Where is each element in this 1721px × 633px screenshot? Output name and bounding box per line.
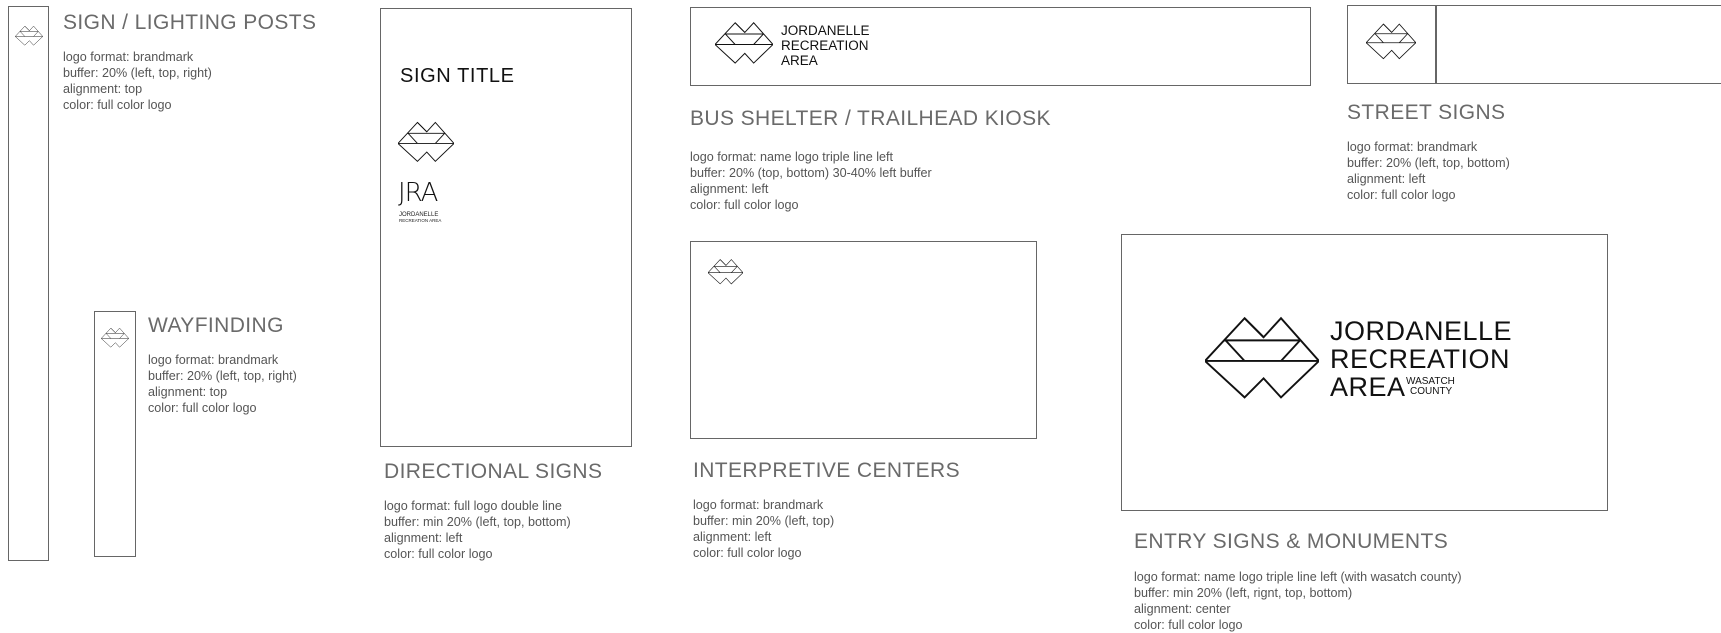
directional-signs-specs: logo format: full logo double line buffe…	[384, 498, 571, 562]
logo-line: AREA	[781, 53, 818, 68]
spec-line: logo format: brandmark	[148, 353, 279, 367]
logo-line: JORDANELLE	[781, 23, 870, 38]
spec-line: alignment: top	[148, 385, 228, 399]
sign-lighting-posts-title: SIGN / LIGHTING POSTS	[63, 11, 317, 34]
wayfinding-title: WAYFINDING	[148, 314, 284, 337]
spec-line: buffer: min 20% (left, rignt, top, botto…	[1134, 586, 1353, 600]
spec-line: color: full color logo	[690, 198, 799, 212]
spec-line: color: full color logo	[384, 547, 493, 561]
wayfinding-specs: logo format: brandmark buffer: 20% (left…	[148, 352, 297, 416]
spec-line: color: full color logo	[693, 546, 802, 560]
directional-logo-small-text: JORDANELLE RECREATION AREA	[399, 212, 441, 224]
spec-line: color: full color logo	[1134, 618, 1243, 632]
spec-line: color: full color logo	[148, 401, 257, 415]
spec-line: alignment: left	[384, 531, 463, 545]
spec-line: color: full color logo	[1347, 188, 1456, 202]
lighting-post-outline	[8, 6, 49, 561]
lighting-post-brandmark-icon	[15, 25, 43, 46]
directional-brandmark-icon	[398, 121, 454, 162]
logo-line: RECREATION	[781, 38, 869, 53]
bus-shelter-brandmark-icon	[715, 22, 773, 64]
wayfinding-brandmark-icon	[101, 327, 129, 348]
spec-line: alignment: center	[1134, 602, 1231, 616]
spec-line: alignment: left	[690, 182, 769, 196]
interpretive-brandmark-icon	[708, 259, 743, 285]
spec-line: color: full color logo	[63, 98, 172, 112]
directional-sign-title: SIGN TITLE	[400, 65, 515, 87]
spec-line: logo format: brandmark	[693, 498, 824, 512]
entry-logo-line: JORDANELLE	[1330, 316, 1513, 346]
entry-brandmark-icon	[1205, 317, 1319, 399]
street-sign-brandmark-icon	[1366, 23, 1416, 60]
bus-shelter-logo-text: JORDANELLE RECREATION AREA	[781, 23, 870, 68]
wasatch-line: COUNTY	[1410, 386, 1453, 397]
interpretive-centers-specs: logo format: brandmark buffer: min 20% (…	[693, 497, 834, 561]
directional-jra-monogram: JRA	[398, 178, 438, 208]
spec-line: logo format: name logo triple line left	[690, 150, 894, 164]
bus-shelter-specs: logo format: name logo triple line left …	[690, 149, 932, 213]
street-signs-title: STREET SIGNS	[1347, 101, 1506, 124]
bus-shelter-title: BUS SHELTER / TRAILHEAD KIOSK	[690, 107, 1051, 130]
spec-line: buffer: min 20% (left, top)	[693, 514, 835, 528]
spec-line: logo format: brandmark	[63, 50, 194, 64]
spec-line: logo format: full logo double line	[384, 499, 562, 513]
spec-line: buffer: 20% (top, bottom) 30-40% left bu…	[690, 166, 932, 180]
spec-line: buffer: min 20% (left, top, bottom)	[384, 515, 571, 529]
spec-line: alignment: top	[63, 82, 143, 96]
logo-small-line: RECREATION AREA	[399, 218, 442, 223]
spec-line: buffer: 20% (left, top, right)	[148, 369, 297, 383]
interpretive-centers-title: INTERPRETIVE CENTERS	[693, 459, 961, 482]
spec-line: logo format: name logo triple line left …	[1134, 570, 1462, 584]
street-signs-specs: logo format: brandmark buffer: 20% (left…	[1347, 139, 1510, 203]
entry-signs-title: ENTRY SIGNS & MONUMENTS	[1134, 530, 1449, 553]
sign-lighting-posts-specs: logo format: brandmark buffer: 20% (left…	[63, 49, 212, 113]
spec-line: buffer: 20% (left, top, right)	[63, 66, 212, 80]
street-sign-divider	[1435, 5, 1437, 84]
entry-logo-line: RECREATION	[1330, 344, 1511, 374]
spec-line: buffer: 20% (left, top, bottom)	[1347, 156, 1510, 170]
entry-logo-line: AREA	[1330, 372, 1406, 402]
entry-signs-specs: logo format: name logo triple line left …	[1134, 569, 1462, 633]
spec-line: alignment: left	[1347, 172, 1426, 186]
directional-signs-title: DIRECTIONAL SIGNS	[384, 460, 603, 483]
entry-wasatch-county: WASATCH COUNTY	[1406, 377, 1455, 397]
spec-line: logo format: brandmark	[1347, 140, 1478, 154]
spec-line: alignment: left	[693, 530, 772, 544]
